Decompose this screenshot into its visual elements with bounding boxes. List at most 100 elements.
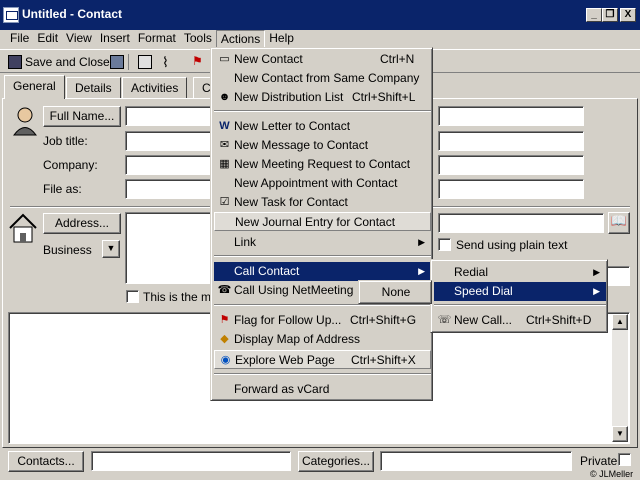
menu-item-forward-vcard[interactable]: Forward as vCard (214, 380, 431, 399)
menu-insert[interactable]: Insert (96, 30, 134, 48)
netmeeting-icon: ☎ (217, 284, 232, 296)
address-button[interactable]: Address... (43, 213, 121, 234)
word-icon: W (219, 120, 230, 132)
menu-item-new-letter[interactable]: W New Letter to Contact (214, 117, 431, 136)
menu-item-call-netmeeting[interactable]: ☎ Call Using NetMeeting (214, 281, 360, 300)
save-icon[interactable] (110, 55, 124, 69)
menu-separator (214, 373, 431, 375)
menu-separator (214, 304, 431, 306)
submenu-arrow-icon: ▶ (418, 266, 425, 276)
submenu-arrow-icon: ▶ (418, 237, 425, 247)
contacts-field[interactable] (91, 451, 291, 471)
private-label: Private (580, 454, 618, 468)
phone-icon: ☏ (437, 314, 452, 326)
send-plain-text-label: Send using plain text (456, 238, 568, 252)
task-clipboard-icon: ☑ (219, 196, 230, 208)
meeting-icon: ▦ (219, 158, 230, 170)
phone-field-3[interactable] (438, 155, 584, 175)
menu-bar: File Edit View Insert Format Tools Actio… (0, 30, 640, 48)
toolbar-separator (128, 54, 129, 70)
menu-tools[interactable]: Tools (180, 30, 216, 48)
contacts-button[interactable]: Contacts... (8, 451, 84, 472)
print-icon[interactable] (138, 55, 152, 69)
menu-item-new-journal-entry[interactable]: New Journal Entry for Contact (214, 212, 431, 231)
menu-file[interactable]: File (6, 30, 33, 48)
notes-scrollbar[interactable]: ▲ ▼ (612, 314, 628, 442)
mailing-address-checkbox[interactable] (126, 290, 139, 303)
save-and-close-button[interactable]: Save and Close (8, 53, 110, 71)
phone-field-1[interactable] (438, 106, 584, 126)
file-as-label: File as: (43, 182, 82, 196)
save-and-close-label: Save and Close (25, 55, 110, 69)
minimize-button[interactable]: _ (586, 8, 602, 22)
menu-item-new-distribution-list[interactable]: ☻ New Distribution List Ctrl+Shift+L (214, 88, 431, 107)
tab-details[interactable]: Details (66, 77, 121, 98)
menu-item-new-appointment[interactable]: New Appointment with Contact (214, 174, 431, 193)
tab-general[interactable]: General (4, 75, 65, 99)
menu-view[interactable]: View (62, 30, 96, 48)
floppy-disk-icon (8, 55, 22, 69)
menu-item-new-contact[interactable]: ▭ New Contact Ctrl+N (214, 50, 431, 69)
scroll-down-button[interactable]: ▼ (612, 426, 628, 442)
globe-icon: ◉ (220, 354, 231, 366)
title-bar: Untitled - Contact _ ❐ X (0, 0, 640, 30)
speed-dial-submenu: None (358, 280, 432, 304)
menu-item-redial[interactable]: Redial ▶ (434, 263, 606, 282)
menu-help[interactable]: Help (265, 30, 298, 48)
restore-button[interactable]: ❐ (602, 8, 618, 22)
window-title: Untitled - Contact (22, 7, 122, 21)
menu-item-flag-follow-up[interactable]: ⚑ Flag for Follow Up... Ctrl+Shift+G (214, 311, 431, 330)
menu-separator (214, 110, 431, 112)
submenu-arrow-icon: ▶ (593, 286, 600, 296)
distribution-list-icon: ☻ (218, 91, 231, 103)
full-name-button[interactable]: Full Name... (43, 106, 121, 127)
envelope-icon: ✉ (219, 139, 230, 151)
categories-field[interactable] (380, 451, 572, 471)
tab-activities[interactable]: Activities (122, 77, 188, 98)
menu-item-new-message[interactable]: ✉ New Message to Contact (214, 136, 431, 155)
menu-separator (214, 255, 431, 257)
mailing-address-label: This is the mai (143, 290, 221, 304)
menu-item-new-meeting-request[interactable]: ▦ New Meeting Request to Contact (214, 155, 431, 174)
menu-item-new-call[interactable]: ☏ New Call... Ctrl+Shift+D (434, 311, 606, 330)
job-title-label: Job title: (43, 134, 88, 148)
company-label: Company: (43, 158, 98, 172)
address-type-dropdown[interactable]: ▼ (102, 240, 120, 258)
menu-item-new-contact-same-company[interactable]: New Contact from Same Company (214, 69, 431, 88)
actions-menu: ▭ New Contact Ctrl+N New Contact from Same… (210, 47, 433, 401)
scroll-up-button[interactable]: ▲ (612, 314, 628, 330)
menu-separator (434, 304, 606, 306)
menu-format[interactable]: Format (134, 30, 180, 48)
menu-item-new-task[interactable]: ☑ New Task for Contact (214, 193, 431, 212)
house-icon (8, 212, 38, 244)
chevron-down-icon: ▼ (106, 243, 116, 253)
contact-card-icon (3, 7, 19, 23)
person-icon (12, 106, 38, 136)
email-field[interactable] (438, 213, 604, 233)
menu-item-link[interactable]: Link ▶ (214, 233, 431, 252)
map-icon: ◆ (220, 333, 229, 345)
flag-icon: ⚑ (219, 314, 230, 326)
paperclip-icon[interactable]: ⌇ (162, 54, 169, 71)
menu-actions[interactable]: Actions (215, 30, 266, 48)
address-book-icon: 📖 (610, 213, 628, 228)
categories-button[interactable]: Categories... (298, 451, 374, 472)
flag-icon[interactable]: ⚑ (192, 54, 203, 68)
call-contact-submenu: Redial ▶ Speed Dial ▶ ☏ New Call... Ctrl+Shi… (430, 259, 608, 333)
menu-item-speed-dial[interactable]: Speed Dial ▶ (434, 282, 606, 301)
copyright-text: © JLMeller (590, 469, 634, 479)
menu-edit[interactable]: Edit (33, 30, 62, 48)
menu-item-call-contact[interactable]: Call Contact ▶ (214, 262, 431, 281)
menu-item-none[interactable]: None (362, 283, 430, 302)
send-plain-text-checkbox[interactable] (438, 238, 451, 251)
submenu-arrow-icon: ▶ (593, 267, 600, 277)
menu-item-display-map[interactable]: ◆ Display Map of Address (214, 330, 431, 349)
private-checkbox[interactable] (618, 453, 631, 466)
address-type-label: Business (43, 243, 92, 257)
phone-field-4[interactable] (438, 179, 584, 199)
contact-card-icon: ▭ (219, 53, 230, 65)
menu-item-explore-web-page[interactable]: ◉ Explore Web Page Ctrl+Shift+X (214, 350, 431, 369)
phone-field-2[interactable] (438, 131, 584, 151)
address-book-button[interactable]: 📖 (608, 212, 630, 234)
close-button[interactable]: X (620, 8, 636, 22)
